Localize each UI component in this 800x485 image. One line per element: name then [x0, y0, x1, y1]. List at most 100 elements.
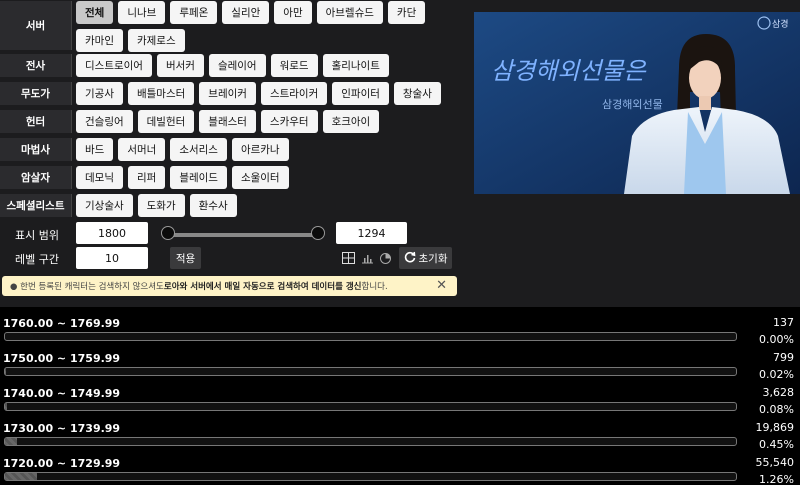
row-percent: 1.26%: [759, 473, 794, 485]
distribution-row: 1760.00 ~ 1769.99 137 0.00%: [0, 307, 800, 346]
filter-button-assassin-0[interactable]: 데모닉: [76, 166, 123, 189]
range-min-input[interactable]: 1800: [76, 222, 148, 244]
filter-button-hunter-4[interactable]: 호크아이: [322, 110, 380, 133]
filter-button-mage-2[interactable]: 소서리스: [170, 138, 227, 161]
level-label: 레벨 구간: [15, 253, 59, 266]
filter-label-warrior: 전사: [0, 54, 72, 77]
filter-button-warrior-4[interactable]: 홀리나이트: [322, 54, 389, 77]
filter-buttons-martial: 기공사 배틀마스터 브레이커 스트라이커 인파이터 창술사: [76, 82, 470, 105]
filter-buttons-server: 전체 니나브 루페온 실리안 아만 아브렐슈드 카단카마인 카제로스: [76, 1, 470, 52]
filter-button-martial-3[interactable]: 스트라이커: [260, 82, 328, 105]
reset-button[interactable]: 초기화: [399, 247, 452, 269]
level-distribution-list: 1760.00 ~ 1769.99 137 0.00% 1750.00 ~ 1759.…: [0, 307, 800, 485]
filter-button-server-2[interactable]: 루페온: [170, 1, 218, 24]
notice-text-post: 합니다.: [361, 282, 388, 292]
refresh-icon: [404, 251, 416, 266]
range-max-input[interactable]: 1294: [336, 222, 407, 244]
row-range: 1730.00 ~ 1739.99: [3, 422, 121, 435]
range-slider-min-knob[interactable]: [161, 226, 175, 240]
filter-button-warrior-2[interactable]: 슬레이어: [208, 54, 266, 77]
filter-button-hunter-0[interactable]: 건슬링어: [76, 110, 133, 133]
filter-button-server-5[interactable]: 아브렐슈드: [316, 1, 383, 24]
row-progress-fill: [5, 438, 17, 445]
filter-button-martial-2[interactable]: 브레이커: [199, 82, 256, 105]
filter-button-specialist-1[interactable]: 도화가: [137, 194, 185, 217]
notice-text-bold: 로아와 서버에서 매일 자동으로 검색하여 데이터를 갱신: [163, 282, 362, 292]
row-range: 1740.00 ~ 1749.99: [3, 387, 121, 400]
row-count: 19,869: [755, 421, 795, 434]
filter-button-server-8[interactable]: 카제로스: [127, 29, 185, 52]
filter-label-mage: 마법사: [0, 138, 72, 161]
row-progress-bar: [4, 437, 737, 446]
row-range: 1720.00 ~ 1729.99: [3, 457, 121, 470]
filter-button-assassin-2[interactable]: 블레이드: [170, 166, 227, 189]
ad-brand: 삼경: [772, 18, 789, 30]
row-progress-bar: [4, 402, 737, 411]
filter-buttons-hunter: 건슬링어 데빌헌터 블래스터 스카우터 호크아이: [76, 110, 470, 133]
distribution-row: 1730.00 ~ 1739.99 19,869 0.45%: [0, 412, 800, 451]
distribution-row: 1720.00 ~ 1729.99 55,540 1.26%: [0, 447, 800, 485]
filter-button-martial-4[interactable]: 인파이터: [332, 82, 389, 105]
filter-button-server-0[interactable]: 전체: [76, 1, 114, 24]
range-slider-max-knob[interactable]: [311, 226, 325, 240]
filter-button-warrior-1[interactable]: 버서커: [156, 54, 204, 77]
video-ad[interactable]: 삼경해외선물은 삼경해외선물 삼경: [474, 12, 800, 194]
filter-button-mage-3[interactable]: 아르카나: [231, 138, 289, 161]
bar-chart-icon[interactable]: [360, 251, 374, 265]
filter-button-specialist-2[interactable]: 환수사: [189, 194, 237, 217]
row-count: 137: [773, 316, 794, 329]
level-interval-input[interactable]: 10: [76, 247, 148, 269]
filter-label-server: 서버: [0, 1, 72, 50]
filter-button-server-3[interactable]: 실리안: [222, 1, 270, 24]
filter-button-warrior-3[interactable]: 워로드: [270, 54, 318, 77]
row-count: 3,628: [762, 386, 795, 399]
close-icon[interactable]: ✕: [436, 278, 447, 293]
filter-button-martial-1[interactable]: 배틀마스터: [127, 82, 195, 105]
filter-button-martial-0[interactable]: 기공사: [76, 82, 123, 105]
row-count: 799: [773, 351, 794, 364]
notice-banner: ● 한번 등록된 캐릭터는 검색하지 않으셔도 로아와 서버에서 매일 자동으로…: [2, 276, 457, 296]
pie-chart-icon[interactable]: [378, 251, 392, 265]
distribution-row: 1750.00 ~ 1759.99 799 0.02%: [0, 342, 800, 381]
filter-label-hunter: 헌터: [0, 110, 72, 133]
row-range: 1750.00 ~ 1759.99: [3, 352, 121, 365]
filter-buttons-specialist: 기상술사 도화가 환수사: [76, 194, 470, 217]
row-progress-fill: [5, 403, 7, 410]
filter-button-server-1[interactable]: 니나브: [118, 1, 166, 24]
filter-button-assassin-3[interactable]: 소울이터: [231, 166, 289, 189]
table-view-icon[interactable]: [341, 251, 355, 265]
notice-text-pre: ● 한번 등록된 캐릭터는 검색하지 않으셔도: [10, 282, 164, 292]
filter-button-mage-1[interactable]: 서머너: [118, 138, 166, 161]
row-count: 55,540: [755, 456, 795, 469]
ad-subtitle: 삼경해외선물: [602, 97, 663, 111]
filter-button-server-4[interactable]: 아만: [274, 1, 312, 24]
row-progress-bar: [4, 332, 737, 341]
row-range: 1760.00 ~ 1769.99: [3, 317, 121, 330]
apply-button[interactable]: 적용: [170, 247, 201, 269]
filter-label-martial: 무도가: [0, 82, 72, 105]
filter-buttons-mage: 바드 서머너 소서리스 아르카나: [76, 138, 470, 161]
row-progress-bar: [4, 472, 737, 481]
range-label: 표시 범위: [15, 229, 59, 242]
filter-buttons-assassin: 데모닉 리퍼 블레이드 소울이터: [76, 166, 470, 189]
reset-label: 초기화: [418, 252, 448, 265]
filter-button-mage-0[interactable]: 바드: [76, 138, 114, 161]
filter-button-hunter-2[interactable]: 블래스터: [199, 110, 256, 133]
video-ad-illustration: 삼경해외선물은 삼경해외선물 삼경: [474, 12, 800, 194]
filter-label-assassin: 암살자: [0, 166, 72, 189]
row-progress-bar: [4, 367, 737, 376]
filter-button-server-7[interactable]: 카마인: [76, 29, 123, 52]
filter-button-server-6[interactable]: 카단: [387, 1, 426, 24]
row-progress-fill: [5, 368, 6, 375]
ad-handwriting: 삼경해외선물은: [491, 57, 646, 85]
filter-button-specialist-0[interactable]: 기상술사: [76, 194, 133, 217]
filter-button-assassin-1[interactable]: 리퍼: [127, 166, 166, 189]
filter-button-hunter-3[interactable]: 스카우터: [260, 110, 318, 133]
filter-button-hunter-1[interactable]: 데빌헌터: [137, 110, 195, 133]
filter-label-specialist: 스페셜리스트: [0, 194, 72, 217]
filter-button-warrior-0[interactable]: 디스트로이어: [76, 54, 152, 77]
filter-button-martial-5[interactable]: 창술사: [393, 82, 441, 105]
range-slider-track[interactable]: [168, 233, 318, 237]
distribution-row: 1740.00 ~ 1749.99 3,628 0.08%: [0, 377, 800, 416]
filter-buttons-warrior: 디스트로이어 버서커 슬레이어 워로드 홀리나이트: [76, 54, 470, 77]
